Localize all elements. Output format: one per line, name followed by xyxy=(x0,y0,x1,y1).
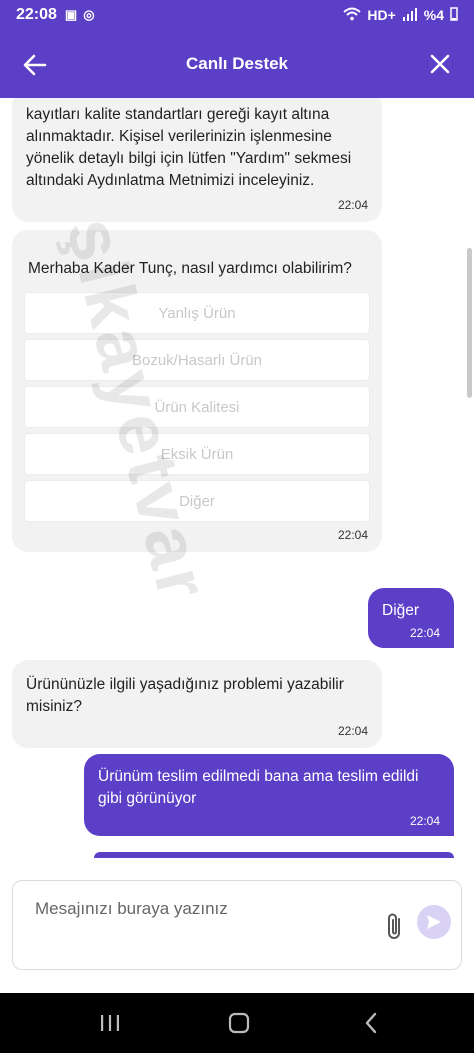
message-text: kayıtları kalite standartları gereği kay… xyxy=(26,106,352,189)
close-icon[interactable] xyxy=(428,52,452,76)
message-partial xyxy=(94,852,454,858)
back-nav-icon[interactable] xyxy=(358,1009,386,1037)
message-time: 22:04 xyxy=(409,626,440,640)
chat-scrollbar[interactable] xyxy=(467,248,472,398)
option-damaged-product[interactable]: Bozuk/Hasarlı Ürün xyxy=(24,339,370,381)
system-nav-bar xyxy=(0,993,474,1053)
option-wrong-product[interactable]: Yanlış Ürün xyxy=(24,292,370,334)
message-time: 22:04 xyxy=(337,528,368,542)
option-missing-product[interactable]: Eksik Ürün xyxy=(24,433,370,475)
message-time: 22:04 xyxy=(409,814,440,828)
status-time: 22:08 xyxy=(16,6,57,23)
status-right: HD+ %4 xyxy=(343,6,458,24)
battery-icon xyxy=(450,6,458,24)
message-user-choice: Diğer 22:04 xyxy=(368,588,454,648)
signal-icon xyxy=(402,7,418,24)
status-bar: 22:08 ▣ ◎ HD+ %4 xyxy=(0,0,474,30)
message-time: 22:04 xyxy=(337,198,368,212)
message-greeting: Merhaba Kader Tunç, nasıl yardımcı olabi… xyxy=(12,230,382,552)
page-title: Canlı Destek xyxy=(185,54,289,73)
recent-apps-icon[interactable] xyxy=(96,1009,124,1037)
message-text: Ürünüm teslim edilmedi bana ama teslim e… xyxy=(98,768,419,807)
sync-icon: ◎ xyxy=(83,7,95,22)
message-privacy: kayıtları kalite standartları gereği kay… xyxy=(12,98,382,222)
message-question: Ürününüzle ilgili yaşadığınız problemi y… xyxy=(12,660,382,748)
wifi-icon xyxy=(343,7,362,24)
message-text: Merhaba Kader Tunç, nasıl yardımcı olabi… xyxy=(28,260,352,277)
message-composer[interactable]: Mesajınızı buraya yazınız xyxy=(12,880,462,970)
message-time: 22:04 xyxy=(337,724,368,738)
send-icon[interactable] xyxy=(417,905,451,939)
chat-area[interactable]: kayıtları kalite standartları gereği kay… xyxy=(0,98,474,878)
message-text: Diğer xyxy=(382,602,420,619)
message-text: Ürününüzle ilgili yaşadığınız problemi y… xyxy=(26,676,344,715)
arrow-left-icon[interactable] xyxy=(20,50,50,80)
paperclip-icon[interactable] xyxy=(383,911,407,941)
option-product-quality[interactable]: Ürün Kalitesi xyxy=(24,386,370,428)
app-bar: Canlı Destek xyxy=(0,30,474,98)
option-other[interactable]: Diğer xyxy=(24,480,370,522)
gallery-icon: ▣ xyxy=(64,7,78,22)
battery-level: %4 xyxy=(423,7,444,23)
home-icon[interactable] xyxy=(225,1009,253,1037)
message-input[interactable]: Mesajınızı buraya yazınız xyxy=(35,899,228,919)
message-user-reply: Ürünüm teslim edilmedi bana ama teslim e… xyxy=(84,754,454,836)
network-type: HD+ xyxy=(367,7,396,23)
